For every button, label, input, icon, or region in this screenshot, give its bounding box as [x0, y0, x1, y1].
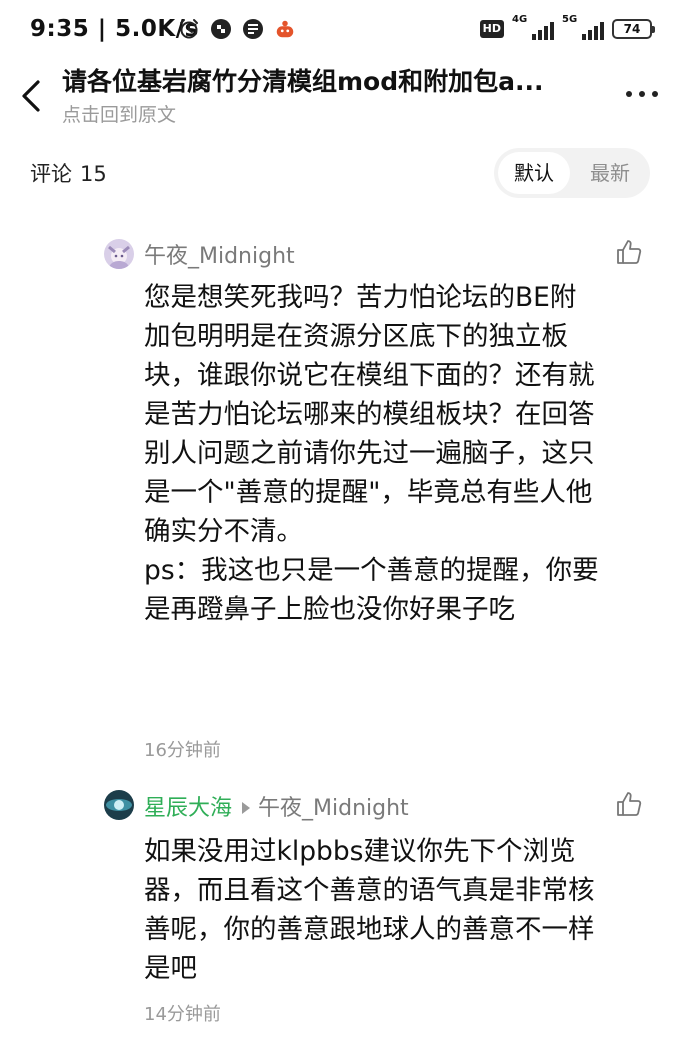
battery-indicator: 74: [612, 19, 655, 39]
back-button[interactable]: [18, 78, 48, 114]
avatar[interactable]: [104, 790, 134, 820]
more-dot-icon: [652, 91, 658, 97]
signal-5g-icon: 5G: [562, 14, 604, 40]
status-time: 9:35: [30, 16, 90, 42]
comment-body[interactable]: 您是想笑死我吗？苦力怕论坛的BE附加包明明是在资源分区底下的独立板块，谁跟你说它…: [144, 278, 600, 629]
status-notification-icons: [178, 18, 296, 40]
alarm-icon: [178, 18, 200, 40]
thread-title[interactable]: 请各位基岩腐竹分清模组mod和附加包a...: [62, 62, 602, 98]
comment-item: 午夜_Midnight 您是想笑死我吗？苦力怕论坛的BE附加包明明是在资源分区底…: [0, 236, 680, 766]
sort-default-button[interactable]: 默认: [498, 152, 570, 194]
signal-4g-icon: 4G: [512, 14, 554, 40]
sort-toggle: 默认 最新: [494, 148, 650, 198]
back-arrow-icon: [22, 80, 40, 112]
net1-label: 4G: [512, 14, 528, 25]
status-time-speed: 9:35 | 5.0K/s: [30, 16, 199, 42]
status-system-icons: HD 4G 5G 74: [479, 14, 655, 40]
comment-author-line: 星辰大海 午夜_Midnight: [144, 790, 409, 822]
more-dot-icon: [639, 91, 645, 97]
net2-label: 5G: [562, 14, 578, 25]
top-header: 请各位基岩腐竹分清模组mod和附加包a... 点击回到原文: [0, 62, 680, 132]
more-dot-icon: [626, 91, 632, 97]
app-notification-icon: [210, 18, 232, 40]
comment-author[interactable]: 星辰大海: [144, 796, 232, 821]
back-to-original-link[interactable]: 点击回到原文: [62, 100, 176, 127]
comments-header: 评论 15 默认 最新: [0, 148, 680, 198]
comment-timestamp: 14分钟前: [144, 1004, 221, 1025]
reply-to-author[interactable]: 午夜_Midnight: [258, 796, 409, 821]
more-menu-button[interactable]: [622, 84, 662, 104]
comments-label: 评论: [30, 162, 72, 186]
comments-count-label: 评论 15: [30, 158, 107, 188]
gift-notification-icon: [274, 18, 296, 40]
comment-body[interactable]: 如果没用过klpbbs建议你先下个浏览器，而且看这个善意的语气真是非常核善呢，你…: [144, 832, 600, 988]
status-bar: 9:35 | 5.0K/s HD 4G 5G 74: [0, 0, 680, 62]
hd-badge: HD: [479, 20, 504, 38]
avatar[interactable]: [104, 239, 134, 269]
like-button[interactable]: [615, 790, 643, 818]
thumbs-up-icon: [617, 240, 642, 264]
comments-count: 15: [80, 162, 107, 186]
thumbs-up-icon: [617, 792, 642, 816]
tieba-notification-icon: [242, 18, 264, 40]
comment-author[interactable]: 午夜_Midnight: [144, 238, 295, 270]
sort-newest-button[interactable]: 最新: [574, 152, 646, 194]
comment-timestamp: 16分钟前: [144, 740, 221, 761]
comment-item: 星辰大海 午夜_Midnight 如果没用过klpbbs建议你先下个浏览器，而且看…: [0, 790, 680, 1030]
reply-arrow-icon: [242, 802, 251, 814]
like-button[interactable]: [615, 238, 643, 266]
